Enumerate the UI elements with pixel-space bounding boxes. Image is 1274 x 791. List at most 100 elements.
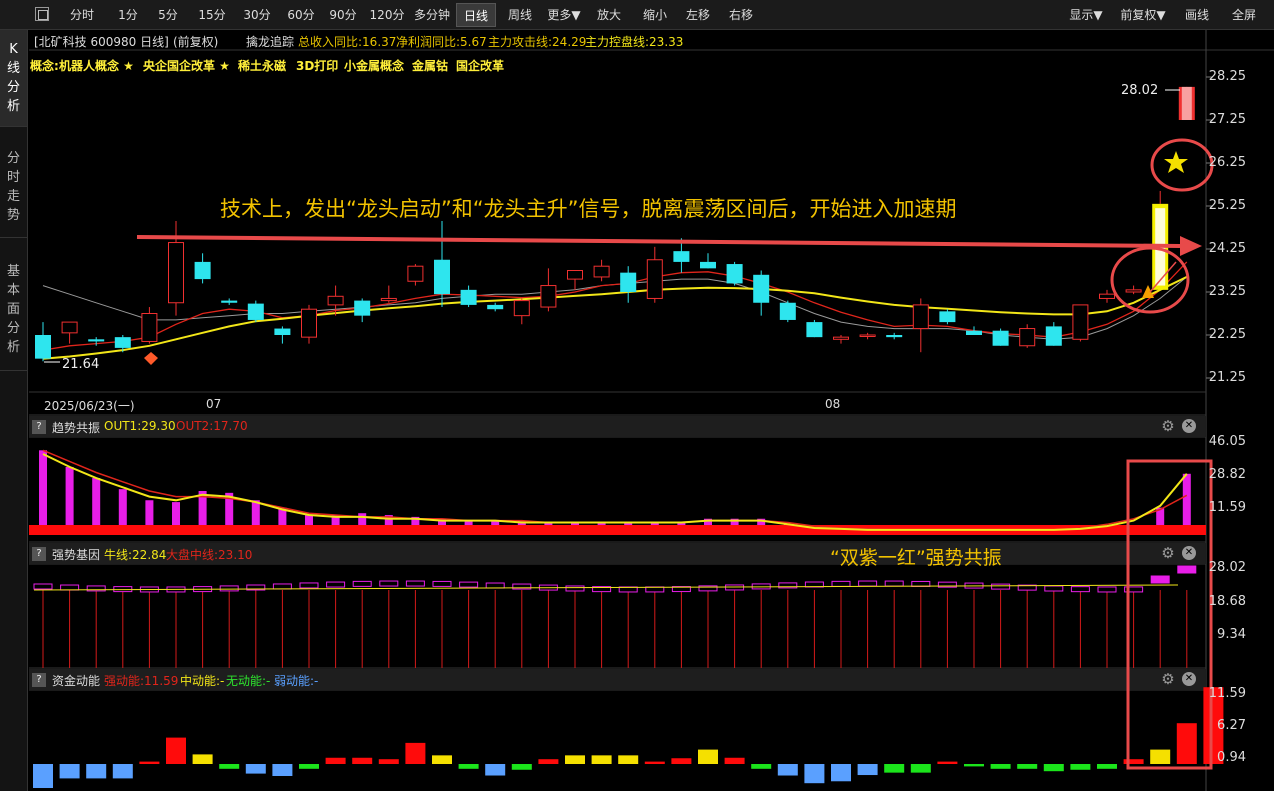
gene-bar (1097, 586, 1117, 593)
gene-bar (831, 580, 851, 587)
axis-label: 28.02 (1208, 560, 1246, 575)
concept-item[interactable]: 金属钴 (412, 57, 448, 74)
gene-bar (432, 580, 452, 587)
fund-bar (485, 764, 506, 776)
candle-body (35, 335, 51, 359)
candle-body (1099, 293, 1115, 299)
candle-body (673, 251, 690, 262)
candle-body (646, 259, 663, 299)
fund-bar (804, 764, 825, 784)
help-icon[interactable]: ? (32, 547, 46, 561)
candle-body (886, 335, 903, 338)
trend-bar (145, 500, 154, 528)
trend-bar (251, 500, 260, 528)
candle-body (912, 304, 929, 330)
stock-title: [北矿科技 600980 日线] (34, 35, 169, 49)
concept-item-label: 3D打印 (296, 59, 339, 73)
price-axis-label: 23.25 (1208, 284, 1246, 299)
close-icon[interactable]: ✕ (1182, 419, 1196, 433)
candle-body (141, 313, 158, 342)
candle-body (274, 328, 291, 335)
help-icon[interactable]: ? (32, 420, 46, 434)
candle-body (992, 330, 1009, 346)
gene-bar (60, 584, 80, 591)
candle-body (753, 274, 770, 303)
fund-bar (511, 764, 532, 770)
concept-item[interactable]: 稀土永磁 (238, 57, 286, 74)
ma-red-line (42, 261, 1188, 351)
fund-bar (166, 737, 186, 764)
close-icon[interactable]: ✕ (1182, 546, 1196, 560)
fund-bar (139, 761, 160, 764)
axis-label: 11.59 (1208, 500, 1246, 515)
fund-bar (59, 764, 80, 779)
annotation-main: 技术上，发出“龙头启动”和“龙头主升”信号，脱离震荡区间后，开始进入加速期 (220, 197, 957, 221)
candle-body (1045, 326, 1062, 346)
close-icon[interactable]: ✕ (1182, 672, 1196, 686)
date-label: 07 (206, 397, 222, 411)
concept-label: 概念: (30, 59, 59, 73)
panel-gene-big: 大盘中线:23.10 (166, 548, 253, 562)
concept-item-label: 小金属概念 (344, 59, 405, 73)
trend-bar (39, 450, 47, 528)
fund-bar (1070, 764, 1091, 770)
fund-bar (937, 761, 958, 764)
candle-body (114, 337, 131, 348)
fund-bar (378, 759, 399, 764)
panel-fund-strong: 强动能:11.59 (104, 674, 179, 688)
panel-gene-header: ? 强势基因 牛线:22.84 大盘中线:23.10 ⚙ ✕ (30, 544, 1206, 564)
gear-icon[interactable]: ⚙ (1160, 545, 1176, 561)
gene-bar (352, 580, 372, 587)
gear-icon[interactable]: ⚙ (1160, 418, 1176, 434)
candle-body (487, 304, 504, 310)
candle-body (247, 303, 264, 320)
low-price-label: 21.64 (62, 357, 100, 372)
concept-item-label: 金属钴 (412, 59, 449, 73)
fund-bar (538, 759, 559, 764)
concept-item[interactable]: 机器人概念 ★ (59, 57, 134, 74)
fund-bar (405, 742, 426, 764)
candle-body (407, 265, 424, 282)
fund-bar (857, 764, 878, 776)
axis-label: 6.27 (1217, 718, 1246, 733)
candle-body (567, 270, 583, 280)
concept-item[interactable]: 小金属概念 (344, 57, 404, 74)
candle-body (966, 330, 982, 335)
fund-bar (751, 764, 772, 769)
help-icon[interactable]: ? (32, 673, 46, 687)
signal-diamond-icon (144, 352, 158, 365)
trend-bar (65, 466, 74, 528)
gene-bar (405, 580, 425, 587)
fund-bar (245, 764, 266, 774)
concept-item[interactable]: 3D打印 (296, 57, 338, 74)
candle-body (620, 272, 637, 292)
fund-bar (86, 764, 107, 779)
fund-bar (112, 764, 133, 779)
candle-body (1019, 328, 1036, 347)
gene-bar (379, 580, 399, 587)
fund-bar (1097, 764, 1117, 769)
gear-icon[interactable]: ⚙ (1160, 671, 1176, 687)
axis-label: 9.34 (1217, 627, 1246, 642)
candle-body (833, 336, 849, 340)
fund-bar (644, 761, 665, 764)
fund-bar (1150, 749, 1171, 764)
panel-fund-weak: 弱动能:- (274, 674, 319, 688)
candle-body (806, 322, 823, 338)
fund-bar (671, 758, 692, 764)
attack-line: 主力攻击线:24.29 (488, 35, 587, 49)
candle-body (460, 289, 477, 305)
concept-item[interactable]: 央企国企改革 ★ (143, 57, 230, 74)
axis-label: 11.59 (1208, 686, 1246, 701)
candle-body (194, 261, 211, 280)
date-label: 08 (825, 397, 841, 411)
panel-gene-name: 强势基因 (52, 548, 101, 562)
candle-body (61, 321, 78, 334)
concept-item[interactable]: 国企改革 (456, 57, 504, 74)
out1-line (42, 453, 1188, 531)
candle-body (221, 300, 238, 303)
gene-bar (459, 581, 479, 588)
fund-bar (219, 764, 240, 769)
gene-bar (326, 581, 346, 588)
ma-yellow-line (42, 276, 1188, 360)
